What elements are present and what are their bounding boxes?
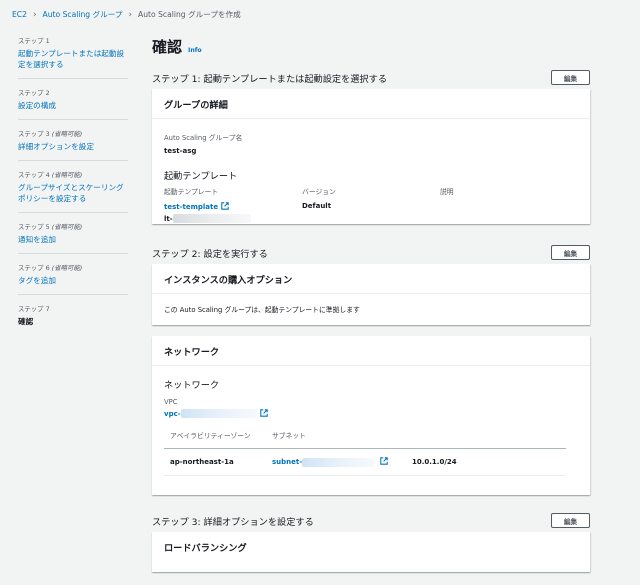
card-title: インスタンスの購入オプション bbox=[152, 264, 590, 294]
step-link[interactable]: 通知を追加 bbox=[18, 234, 128, 245]
step-current: 確認 bbox=[18, 317, 34, 326]
chevron-right-icon: › bbox=[128, 9, 133, 20]
section-step-3-header: ステップ 3: 詳細オプションを設定する 編集 bbox=[152, 513, 590, 528]
main-content: 確認 Info ステップ 1: 起動テンプレートまたは起動設定を選択する 編集 … bbox=[152, 36, 590, 572]
step-link[interactable]: 起動テンプレートまたは起動設定を選択する bbox=[18, 48, 128, 70]
asg-name-label: Auto Scaling グループ名 bbox=[164, 134, 243, 142]
wizard-steps: ステップ 1 起動テンプレートまたは起動設定を選択する ステップ 2 設定の構成… bbox=[18, 36, 128, 344]
step-link[interactable]: 詳細オプションを設定 bbox=[18, 141, 128, 152]
purchase-text: この Auto Scaling グループは、起動テンプレートに準拠します bbox=[164, 306, 360, 314]
edit-step-2-button[interactable]: 編集 bbox=[551, 245, 590, 260]
wizard-step-2: ステップ 2 設定の構成 bbox=[18, 88, 128, 120]
group-details-card: グループの詳細 Auto Scaling グループ名 test-asg 起動テン… bbox=[152, 89, 590, 224]
step-number: ステップ 6 bbox=[18, 264, 50, 272]
version-value: Default bbox=[302, 202, 332, 210]
step-optional: (省略可能) bbox=[51, 264, 83, 272]
section-step-2-header: ステップ 2: 設定を実行する 編集 bbox=[152, 245, 590, 260]
cidr-cell: 10.0.1.0/24 bbox=[406, 448, 566, 476]
external-link-icon bbox=[259, 409, 268, 417]
redacted-template-id bbox=[172, 214, 251, 223]
wizard-step-1: ステップ 1 起動テンプレートまたは起動設定を選択する bbox=[18, 36, 128, 79]
breadcrumb: EC2 › Auto Scaling グループ › Auto Scaling グ… bbox=[12, 9, 241, 20]
step-link[interactable]: 設定の構成 bbox=[18, 100, 128, 111]
redacted-vpc-id bbox=[180, 409, 257, 418]
col-description-label: 説明 bbox=[440, 188, 454, 196]
breadcrumb-asg[interactable]: Auto Scaling グループ bbox=[43, 9, 123, 20]
external-link-icon bbox=[221, 202, 229, 210]
edit-step-1-button[interactable]: 編集 bbox=[551, 70, 590, 85]
step-optional: (省略可能) bbox=[51, 171, 83, 179]
table-row: ap-northeast-1a subnet- 10.0.1.0/24 bbox=[164, 448, 566, 476]
az-cell: ap-northeast-1a bbox=[164, 448, 266, 476]
breadcrumb-ec2[interactable]: EC2 bbox=[12, 10, 27, 19]
wizard-step-3: ステップ 3 (省略可能) 詳細オプションを設定 bbox=[18, 129, 128, 161]
card-title: グループの詳細 bbox=[152, 89, 590, 119]
step-number: ステップ 5 bbox=[18, 223, 50, 231]
wizard-step-5: ステップ 5 (省略可能) 通知を追加 bbox=[18, 222, 128, 254]
step-link[interactable]: グループサイズとスケーリングポリシーを設定する bbox=[18, 182, 128, 204]
chevron-right-icon: › bbox=[32, 9, 37, 20]
template-id-prefix: lt- bbox=[164, 215, 173, 223]
card-title: ネットワーク bbox=[152, 336, 590, 366]
section-step-1-header: ステップ 1: 起動テンプレートまたは起動設定を選択する 編集 bbox=[152, 70, 590, 85]
load-balancing-card: ロードバランシング bbox=[152, 532, 590, 572]
section-title: ステップ 1: 起動テンプレートまたは起動設定を選択する bbox=[152, 73, 388, 85]
redacted-subnet-id bbox=[302, 457, 375, 467]
network-subheading: ネットワーク bbox=[164, 380, 220, 391]
page-title: 確認 bbox=[152, 38, 183, 56]
edit-step-3-button[interactable]: 編集 bbox=[551, 513, 590, 528]
subnet-table: アベイラビリティーゾーン サブネット ap-northeast-1a subne… bbox=[164, 430, 566, 476]
col-template-label: 起動テンプレート bbox=[164, 188, 219, 196]
vpc-link[interactable]: vpc- bbox=[164, 410, 181, 418]
step-link[interactable]: タグを追加 bbox=[18, 275, 128, 286]
step-optional: (省略可能) bbox=[51, 130, 83, 138]
asg-name-value: test-asg bbox=[164, 147, 197, 155]
template-link[interactable]: test-template bbox=[164, 203, 218, 211]
wizard-step-4: ステップ 4 (省略可能) グループサイズとスケーリングポリシーを設定する bbox=[18, 170, 128, 213]
step-optional: (省略可能) bbox=[51, 223, 83, 231]
col-version-label: バージョン bbox=[302, 188, 336, 196]
subnet-link[interactable]: subnet- bbox=[272, 458, 302, 466]
step-number: ステップ 2 bbox=[18, 89, 50, 97]
step-number: ステップ 7 bbox=[18, 305, 50, 313]
purchase-options-card: インスタンスの購入オプション この Auto Scaling グループは、起動テ… bbox=[152, 264, 590, 325]
wizard-step-7: ステップ 7 確認 bbox=[18, 304, 128, 335]
external-link-icon bbox=[380, 457, 388, 465]
step-number: ステップ 3 bbox=[18, 130, 50, 138]
network-card: ネットワーク ネットワーク VPC vpc- アベイラビリティーゾーン サブネッ… bbox=[152, 336, 590, 495]
col-subnet-header: サブネット bbox=[266, 430, 406, 449]
card-title: ロードバランシング bbox=[164, 543, 247, 554]
section-title: ステップ 3: 詳細オプションを設定する bbox=[152, 516, 314, 528]
wizard-step-6: ステップ 6 (省略可能) タグを追加 bbox=[18, 263, 128, 295]
vpc-label: VPC bbox=[164, 398, 178, 406]
step-number: ステップ 1 bbox=[18, 37, 50, 45]
section-title: ステップ 2: 設定を実行する bbox=[152, 248, 268, 260]
launch-template-heading: 起動テンプレート bbox=[164, 171, 238, 182]
breadcrumb-current: Auto Scaling グループを作成 bbox=[138, 10, 241, 19]
step-number: ステップ 4 bbox=[18, 171, 50, 179]
info-link[interactable]: Info bbox=[188, 47, 202, 54]
col-az-header: アベイラビリティーゾーン bbox=[164, 430, 266, 449]
